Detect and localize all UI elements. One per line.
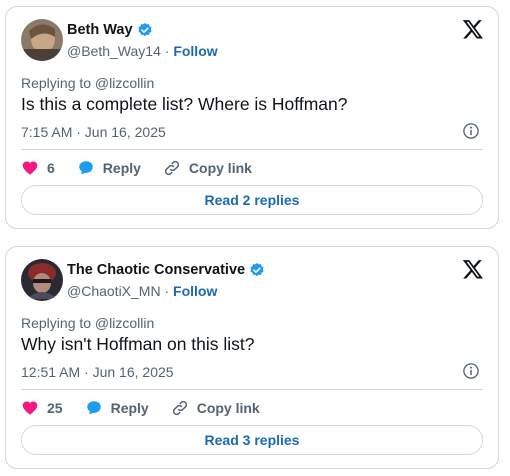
tweet-card: Beth Way @Beth_Way14 · Follow Replying t… bbox=[5, 6, 499, 229]
replying-to: Replying to @lizcollin bbox=[21, 315, 155, 331]
reply-button[interactable]: Reply bbox=[85, 399, 149, 417]
info-icon[interactable] bbox=[462, 362, 480, 380]
separator-dot: · bbox=[164, 283, 174, 299]
copy-link-label: Copy link bbox=[196, 400, 260, 416]
info-icon[interactable] bbox=[462, 122, 480, 140]
avatar[interactable] bbox=[21, 19, 63, 61]
action-bar: 25 Reply Copy link bbox=[21, 397, 260, 419]
like-count: 25 bbox=[47, 400, 63, 416]
tweet-text: Why isn't Hoffman on this list? bbox=[21, 334, 255, 354]
action-bar: 6 Reply Copy link bbox=[21, 157, 252, 179]
divider bbox=[21, 389, 483, 390]
reply-bubble-icon bbox=[77, 159, 95, 177]
heart-icon bbox=[21, 159, 39, 177]
read-replies-button[interactable]: Read 3 replies bbox=[21, 425, 483, 455]
divider bbox=[21, 149, 483, 150]
reply-label: Reply bbox=[102, 160, 141, 176]
handle-row: @Beth_Way14 · Follow bbox=[67, 43, 218, 59]
handle-row: @ChaotiX_MN · Follow bbox=[67, 283, 217, 299]
heart-icon bbox=[21, 399, 39, 417]
follow-button[interactable]: Follow bbox=[173, 43, 217, 59]
x-logo-icon[interactable] bbox=[462, 18, 484, 40]
tweet-text: Is this a complete list? Where is Hoffma… bbox=[21, 94, 348, 114]
verified-badge-icon bbox=[249, 262, 265, 278]
author-name[interactable]: The Chaotic Conservative bbox=[67, 262, 245, 278]
copy-link-button[interactable]: Copy link bbox=[171, 399, 260, 417]
author-row: The Chaotic Conservative bbox=[67, 262, 265, 278]
tweet-card: The Chaotic Conservative @ChaotiX_MN · F… bbox=[5, 246, 499, 469]
author-row: Beth Way bbox=[67, 22, 153, 38]
replying-to: Replying to @lizcollin bbox=[21, 75, 155, 91]
like-button[interactable]: 6 bbox=[21, 159, 55, 177]
verified-badge-icon bbox=[137, 22, 153, 38]
reply-bubble-icon bbox=[85, 399, 103, 417]
reply-label: Reply bbox=[110, 400, 149, 416]
x-logo-icon[interactable] bbox=[462, 258, 484, 280]
copy-link-button[interactable]: Copy link bbox=[163, 159, 252, 177]
copy-link-label: Copy link bbox=[188, 160, 252, 176]
link-icon bbox=[171, 399, 189, 417]
reply-button[interactable]: Reply bbox=[77, 159, 141, 177]
author-handle[interactable]: @Beth_Way14 bbox=[67, 43, 161, 59]
tweet-timestamp[interactable]: 12:51 AM · Jun 16, 2025 bbox=[21, 364, 174, 380]
follow-button[interactable]: Follow bbox=[173, 283, 217, 299]
read-replies-button[interactable]: Read 2 replies bbox=[21, 185, 483, 215]
link-icon bbox=[163, 159, 181, 177]
author-handle[interactable]: @ChaotiX_MN bbox=[67, 283, 161, 299]
tweet-timestamp[interactable]: 7:15 AM · Jun 16, 2025 bbox=[21, 124, 166, 140]
like-count: 6 bbox=[47, 160, 55, 176]
like-button[interactable]: 25 bbox=[21, 399, 63, 417]
author-name[interactable]: Beth Way bbox=[67, 22, 133, 38]
avatar[interactable] bbox=[21, 259, 63, 301]
